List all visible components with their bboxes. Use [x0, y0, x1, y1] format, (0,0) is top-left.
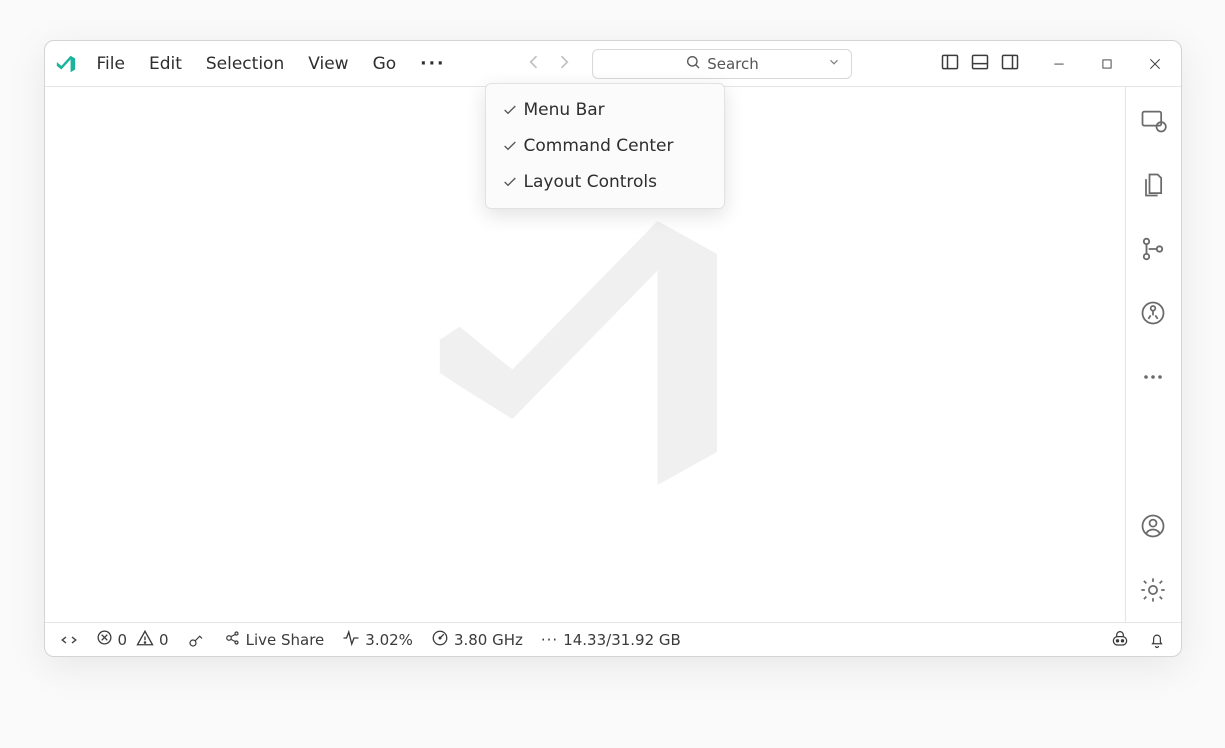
- ctx-label: Command Center: [524, 136, 674, 156]
- account-icon[interactable]: [1135, 508, 1171, 544]
- title-center: Search: [458, 49, 917, 79]
- nav-arrows: [522, 50, 576, 78]
- toggle-primary-sidebar-icon[interactable]: [937, 49, 963, 79]
- source-control-icon[interactable]: [1135, 231, 1171, 267]
- forward-arrow-icon[interactable]: [552, 50, 576, 78]
- warning-icon: [136, 629, 154, 651]
- close-icon[interactable]: [1131, 42, 1179, 86]
- gauge-icon: [431, 629, 449, 651]
- warning-count: 0: [159, 631, 169, 649]
- more-horizontal-icon[interactable]: [1135, 359, 1171, 395]
- command-center-search[interactable]: Search: [592, 49, 852, 79]
- menu-edit[interactable]: Edit: [137, 48, 194, 80]
- toggle-secondary-sidebar-icon[interactable]: [997, 49, 1023, 79]
- menu-overflow-icon[interactable]: ···: [408, 48, 457, 80]
- error-count: 0: [118, 631, 128, 649]
- titlebar-context-menu: Menu Bar Command Center Layout Controls: [485, 83, 725, 209]
- menu-bar: File Edit Selection View Go ···: [85, 48, 458, 80]
- ctx-command-center[interactable]: Command Center: [492, 128, 718, 164]
- files-icon[interactable]: [1135, 167, 1171, 203]
- memory-status[interactable]: ··· 14.33/31.92 GB: [532, 623, 690, 656]
- activity-bar: [1125, 87, 1181, 622]
- live-share-label: Live Share: [246, 631, 325, 649]
- check-icon: [502, 102, 524, 118]
- ctx-menu-bar[interactable]: Menu Bar: [492, 92, 718, 128]
- chevron-down-icon: [827, 55, 841, 73]
- title-bar: File Edit Selection View Go ··· Search: [45, 41, 1181, 87]
- layout-controls: [937, 49, 1023, 79]
- menu-selection[interactable]: Selection: [194, 48, 296, 80]
- minimize-icon[interactable]: [1035, 42, 1083, 86]
- cpu-value: 3.02%: [365, 631, 413, 649]
- search-icon: [685, 54, 701, 74]
- ctx-layout-controls[interactable]: Layout Controls: [492, 164, 718, 200]
- remote-indicator-icon[interactable]: [51, 623, 87, 656]
- menu-file[interactable]: File: [85, 48, 137, 80]
- gear-icon[interactable]: [1135, 572, 1171, 608]
- app-window: File Edit Selection View Go ··· Search: [44, 40, 1182, 657]
- ctx-label: Menu Bar: [524, 100, 605, 120]
- remote-explorer-icon[interactable]: [1135, 103, 1171, 139]
- freq-value: 3.80 GHz: [454, 631, 523, 649]
- dots-icon: ···: [541, 631, 558, 649]
- copilot-icon[interactable]: [1101, 623, 1139, 656]
- debug-start-icon[interactable]: [178, 623, 214, 656]
- vscode-watermark-icon: [420, 188, 750, 522]
- bell-icon[interactable]: [1139, 623, 1175, 656]
- pulse-icon: [342, 629, 360, 651]
- maximize-icon[interactable]: [1083, 42, 1131, 86]
- vscode-logo-icon: [47, 53, 85, 75]
- ctx-label: Layout Controls: [524, 172, 658, 192]
- live-share-icon: [223, 629, 241, 651]
- search-placeholder: Search: [707, 55, 759, 73]
- check-icon: [502, 138, 524, 154]
- live-share-status[interactable]: Live Share: [214, 623, 334, 656]
- cpu-status[interactable]: 3.02%: [333, 623, 422, 656]
- check-icon: [502, 174, 524, 190]
- back-arrow-icon[interactable]: [522, 50, 546, 78]
- toggle-panel-icon[interactable]: [967, 49, 993, 79]
- status-bar: 0 0 Live Share 3.02% 3.80 GHz: [45, 622, 1181, 656]
- error-icon: [96, 629, 113, 650]
- live-share-circle-icon[interactable]: [1135, 295, 1171, 331]
- memory-value: 14.33/31.92 GB: [563, 631, 681, 649]
- freq-status[interactable]: 3.80 GHz: [422, 623, 532, 656]
- menu-view[interactable]: View: [296, 48, 360, 80]
- problems-status[interactable]: 0 0: [87, 623, 178, 656]
- menu-go[interactable]: Go: [361, 48, 409, 80]
- window-controls: [1035, 42, 1179, 86]
